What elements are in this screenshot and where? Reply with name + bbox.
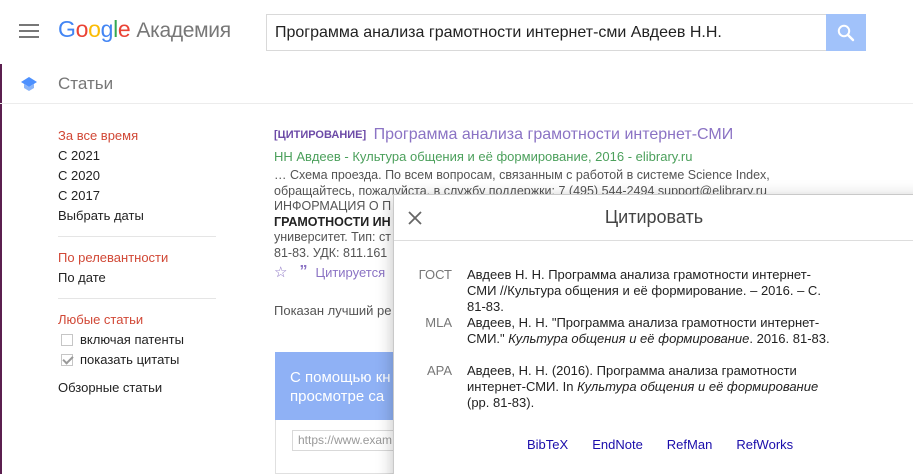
star-icon[interactable]: ☆ xyxy=(274,263,287,281)
search-button[interactable] xyxy=(826,14,866,51)
section-title: Статьи xyxy=(58,74,114,93)
section-bar: Статьи xyxy=(0,64,913,104)
sort-by-relevance[interactable]: По релевантности xyxy=(58,248,218,268)
divider xyxy=(58,236,216,237)
checkbox-checked-icon xyxy=(61,354,73,366)
promo-panel: https://www.exam xyxy=(275,420,412,474)
filter-since-2021[interactable]: С 2021 xyxy=(58,146,218,166)
search-input[interactable]: Программа анализа грамотности интернет-с… xyxy=(266,14,827,51)
search-query-text: Программа анализа грамотности интернет-с… xyxy=(275,23,722,41)
citation-gost: ГОСТ Авдеев Н. Н. Программа анализа грам… xyxy=(394,267,837,315)
filter-any-time[interactable]: За все время xyxy=(58,126,218,146)
filter-custom-range[interactable]: Выбрать даты xyxy=(58,206,218,226)
cited-by-link[interactable]: Цитируется xyxy=(315,265,385,280)
citation-apa: APA Авдеев, Н. Н. (2016). Программа анал… xyxy=(394,363,837,411)
citation-text[interactable]: Авдеев Н. Н. Программа анализа грамотнос… xyxy=(467,267,837,315)
result-title-link[interactable]: Программа анализа грамотности интернет-С… xyxy=(374,126,734,143)
checkbox-unchecked-icon xyxy=(61,334,73,346)
citation-mla: MLA Авдеев, Н. Н. "Программа анализа гра… xyxy=(394,315,837,347)
scholar-cap-icon xyxy=(21,77,37,91)
filter-since-2017[interactable]: С 2017 xyxy=(58,186,218,206)
include-patents-checkbox[interactable]: включая патенты xyxy=(61,330,218,350)
citation-style-label: APA xyxy=(426,363,452,378)
filters-sidebar: За все время С 2021 С 2020 С 2017 Выбрат… xyxy=(58,126,218,398)
search-icon xyxy=(837,24,855,41)
hamburger-menu-icon[interactable] xyxy=(19,24,39,38)
refman-link[interactable]: RefMan xyxy=(667,437,713,452)
filter-since-2020[interactable]: С 2020 xyxy=(58,166,218,186)
citation-style-label: MLA xyxy=(425,315,452,330)
show-citations-checkbox[interactable]: показать цитаты xyxy=(61,350,218,370)
divider xyxy=(58,298,216,299)
result-authors: НН Авдеев - Культура общения и её формир… xyxy=(274,149,693,164)
promo-banner: С помощью кн просмотре са xyxy=(275,352,405,420)
export-links: BibTeX EndNote RefMan RefWorks xyxy=(527,437,817,452)
endnote-link[interactable]: EndNote xyxy=(592,437,643,452)
citation-text[interactable]: Авдеев, Н. Н. (2016). Программа анализа … xyxy=(467,363,837,411)
shown-best-text: Показан лучший ре xyxy=(274,303,392,318)
sort-by-date[interactable]: По дате xyxy=(58,268,218,288)
review-articles-link[interactable]: Обзорные статьи xyxy=(58,378,218,398)
google-scholar-logo[interactable]: Google Академия xyxy=(58,16,231,43)
citation-style-label: ГОСТ xyxy=(418,267,452,282)
header: Google Академия Программа анализа грамотн… xyxy=(0,0,913,64)
citation-text[interactable]: Авдеев, Н. Н. "Программа анализа грамотн… xyxy=(467,315,837,347)
filter-any-type[interactable]: Любые статьи xyxy=(58,310,218,330)
result-type-tag: [ЦИТИРОВАНИЕ] xyxy=(274,129,367,141)
bibtex-link[interactable]: BibTeX xyxy=(527,437,568,452)
dialog-title: Цитировать xyxy=(604,207,704,227)
cite-quote-icon[interactable]: ” xyxy=(299,263,307,281)
cite-dialog: Цитировать ГОСТ Авдеев Н. Н. Программа а… xyxy=(393,194,913,474)
result-title: [ЦИТИРОВАНИЕ] Программа анализа грамотно… xyxy=(274,125,794,145)
refworks-link[interactable]: RefWorks xyxy=(736,437,793,452)
logo-suffix: Академия xyxy=(136,19,231,42)
dialog-header: Цитировать xyxy=(394,195,913,241)
